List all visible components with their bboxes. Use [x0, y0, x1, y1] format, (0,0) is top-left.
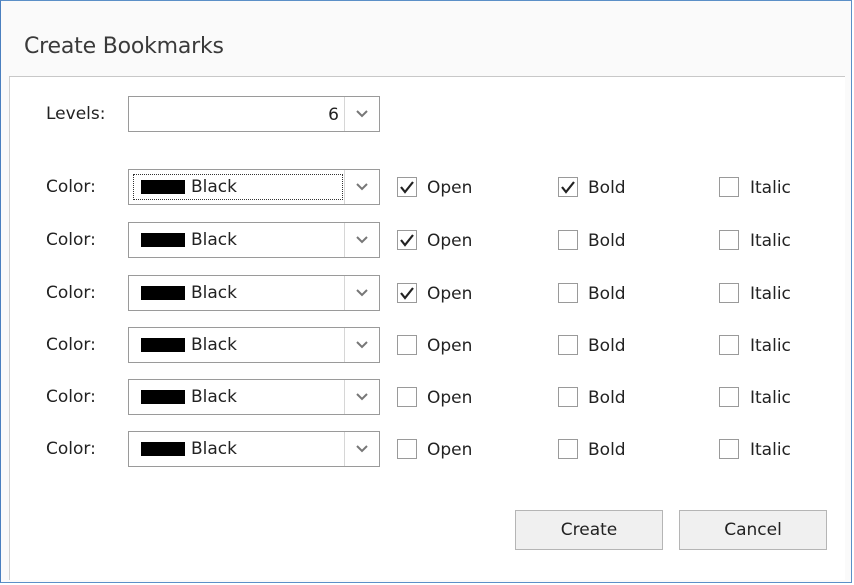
bold-label: Bold [588, 284, 626, 304]
italic-label: Italic [750, 231, 791, 251]
color-select[interactable]: Black [128, 431, 380, 467]
color-select[interactable]: Black [128, 327, 380, 363]
checkmark-icon [400, 287, 414, 300]
checkmark-icon [400, 181, 414, 194]
color-select[interactable]: Black [128, 169, 380, 205]
color-label: Color: [46, 335, 96, 355]
levels-dropdown-button[interactable] [344, 97, 379, 131]
open-label: Open [427, 388, 473, 408]
italic-checkbox[interactable] [719, 230, 739, 250]
color-swatch [141, 233, 185, 247]
color-value: Black [191, 230, 237, 250]
color-dropdown-button[interactable] [344, 432, 379, 466]
italic-checkbox[interactable] [719, 439, 739, 459]
color-select[interactable]: Black [128, 379, 380, 415]
chevron-down-icon [356, 393, 368, 401]
chevron-down-icon [356, 341, 368, 349]
open-checkbox[interactable] [397, 387, 417, 407]
dialog-title: Create Bookmarks [24, 34, 224, 59]
bold-checkbox[interactable] [558, 283, 578, 303]
italic-checkbox[interactable] [719, 177, 739, 197]
bold-label: Bold [588, 231, 626, 251]
open-label: Open [427, 440, 473, 460]
color-swatch [141, 442, 185, 456]
italic-label: Italic [750, 178, 791, 198]
color-label: Color: [46, 177, 96, 197]
color-select[interactable]: Black [128, 275, 380, 311]
open-checkbox[interactable] [397, 335, 417, 355]
color-label: Color: [46, 283, 96, 303]
open-label: Open [427, 336, 473, 356]
color-label: Color: [46, 439, 96, 459]
open-checkbox[interactable] [397, 283, 417, 303]
italic-checkbox[interactable] [719, 283, 739, 303]
color-dropdown-button[interactable] [344, 380, 379, 414]
levels-value: 6 [328, 105, 339, 125]
color-swatch [141, 180, 185, 194]
chevron-down-icon [356, 289, 368, 297]
color-value: Black [191, 177, 237, 197]
checkmark-icon [400, 234, 414, 247]
open-checkbox[interactable] [397, 177, 417, 197]
color-dropdown-button[interactable] [344, 328, 379, 362]
color-value: Black [191, 439, 237, 459]
create-button[interactable]: Create [515, 510, 663, 550]
color-dropdown-button[interactable] [344, 276, 379, 310]
open-checkbox[interactable] [397, 230, 417, 250]
bold-checkbox[interactable] [558, 335, 578, 355]
color-label: Color: [46, 230, 96, 250]
bold-checkbox[interactable] [558, 439, 578, 459]
color-value: Black [191, 335, 237, 355]
open-label: Open [427, 178, 473, 198]
chevron-down-icon [356, 183, 368, 191]
bold-label: Bold [588, 178, 626, 198]
chevron-down-icon [356, 445, 368, 453]
open-checkbox[interactable] [397, 439, 417, 459]
bold-checkbox[interactable] [558, 230, 578, 250]
italic-checkbox[interactable] [719, 335, 739, 355]
bold-checkbox[interactable] [558, 177, 578, 197]
bold-label: Bold [588, 440, 626, 460]
levels-spinner[interactable]: 6 [128, 96, 380, 132]
open-label: Open [427, 284, 473, 304]
italic-label: Italic [750, 388, 791, 408]
italic-checkbox[interactable] [719, 387, 739, 407]
color-select[interactable]: Black [128, 222, 380, 258]
open-label: Open [427, 231, 473, 251]
color-swatch [141, 338, 185, 352]
color-label: Color: [46, 387, 96, 407]
bold-label: Bold [588, 388, 626, 408]
color-swatch [141, 286, 185, 300]
color-swatch [141, 390, 185, 404]
chevron-down-icon [356, 236, 368, 244]
checkmark-icon [561, 181, 575, 194]
color-dropdown-button[interactable] [344, 223, 379, 257]
italic-label: Italic [750, 284, 791, 304]
color-dropdown-button[interactable] [344, 170, 379, 204]
chevron-down-icon [356, 110, 368, 118]
italic-label: Italic [750, 336, 791, 356]
bold-checkbox[interactable] [558, 387, 578, 407]
bold-label: Bold [588, 336, 626, 356]
color-value: Black [191, 283, 237, 303]
italic-label: Italic [750, 440, 791, 460]
cancel-button[interactable]: Cancel [679, 510, 827, 550]
levels-label: Levels: [46, 104, 106, 124]
color-value: Black [191, 387, 237, 407]
